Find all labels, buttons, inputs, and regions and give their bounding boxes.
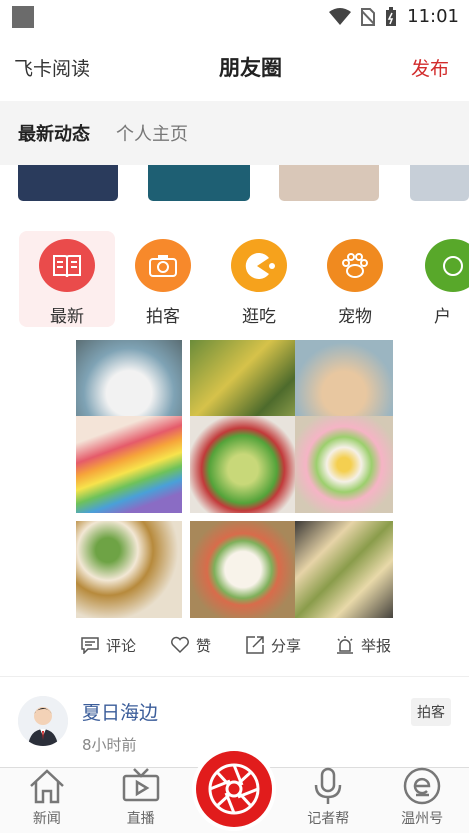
photo-thumb[interactable] <box>76 521 182 618</box>
pacman-icon <box>231 239 287 292</box>
nav-live[interactable]: 直播 <box>101 766 181 833</box>
nav-label: 温州号 <box>401 811 444 827</box>
banner-item[interactable] <box>18 165 118 201</box>
banner-item[interactable] <box>410 165 469 201</box>
camera-shutter-button[interactable] <box>196 751 272 827</box>
nav-label: 直播 <box>126 811 155 827</box>
share-button[interactable]: 分享 <box>245 635 301 656</box>
e-logo-icon <box>403 767 441 805</box>
category-latest[interactable]: 最新 <box>19 231 115 327</box>
notification-icon <box>12 5 34 28</box>
category-label: 户 <box>434 307 451 327</box>
no-sim-icon <box>361 7 376 26</box>
nav-wenzhou[interactable]: 温州号 <box>382 766 462 833</box>
comment-icon <box>81 637 99 654</box>
aperture-icon <box>208 763 260 815</box>
category-paike[interactable]: 拍客 <box>115 231 211 327</box>
post-category-badge[interactable]: 拍客 <box>411 698 451 726</box>
category-label: 逛吃 <box>242 307 276 327</box>
report-button[interactable]: 举报 <box>335 635 391 656</box>
microphone-icon <box>315 767 342 804</box>
post-header: 夏日海边 8小时前 拍客 <box>18 696 451 756</box>
camera-icon <box>135 239 191 292</box>
nav-reporter[interactable]: 记者帮 <box>288 766 368 833</box>
banner-item[interactable] <box>148 165 250 201</box>
wifi-icon <box>329 7 352 25</box>
share-icon <box>246 636 264 654</box>
category-outdoor[interactable]: 户 <box>403 231 469 327</box>
divider <box>0 676 469 677</box>
tv-icon <box>122 768 159 802</box>
heart-icon <box>171 636 189 654</box>
nav-label: 新闻 <box>32 811 61 827</box>
tab-profile[interactable]: 个人主页 <box>116 120 188 146</box>
header: 飞卡阅读 朋友圈 发布 <box>0 33 469 101</box>
app-name-link[interactable]: 飞卡阅读 <box>14 54 90 81</box>
category-label: 宠物 <box>338 307 372 327</box>
page-title: 朋友圈 <box>219 56 282 80</box>
share-label: 分享 <box>271 636 302 655</box>
alarm-icon <box>337 636 354 654</box>
comment-button[interactable]: 评论 <box>80 635 136 656</box>
comment-label: 评论 <box>106 636 137 655</box>
category-food[interactable]: 逛吃 <box>211 231 307 327</box>
like-button[interactable]: 赞 <box>170 635 211 656</box>
tab-latest[interactable]: 最新动态 <box>18 120 90 146</box>
photo-thumb[interactable] <box>76 416 182 513</box>
avatar[interactable] <box>18 696 68 746</box>
like-label: 赞 <box>196 636 212 655</box>
category-label: 拍客 <box>146 307 180 327</box>
nav-news[interactable]: 新闻 <box>7 766 87 833</box>
photo-thumb[interactable] <box>190 416 296 513</box>
nav-label: 记者帮 <box>307 811 350 827</box>
photo-thumb[interactable] <box>295 521 393 618</box>
outdoor-icon <box>425 239 469 292</box>
category-pets[interactable]: 宠物 <box>307 231 403 327</box>
paw-icon <box>327 239 383 292</box>
book-icon <box>39 239 95 292</box>
category-label: 最新 <box>50 307 84 327</box>
report-label: 举报 <box>361 636 392 655</box>
category-row: 最新 拍客 逛吃 宠物 户 <box>0 231 469 341</box>
post-author[interactable]: 夏日海边 <box>82 698 158 725</box>
banner-carousel[interactable] <box>0 165 469 203</box>
photo-thumb[interactable] <box>190 521 296 618</box>
clock: 11:01 <box>407 6 459 27</box>
battery-icon <box>386 6 397 26</box>
publish-button[interactable]: 发布 <box>411 54 449 81</box>
tab-bar: 最新动态 个人主页 <box>0 101 469 165</box>
post-actions: 评论 赞 分享 举报 <box>80 630 409 660</box>
photo-grid <box>76 340 393 620</box>
post-time: 8小时前 <box>82 736 137 754</box>
photo-thumb[interactable] <box>295 416 393 513</box>
status-bar: 11:01 <box>0 0 469 33</box>
home-icon <box>30 769 64 804</box>
banner-item[interactable] <box>279 165 379 201</box>
